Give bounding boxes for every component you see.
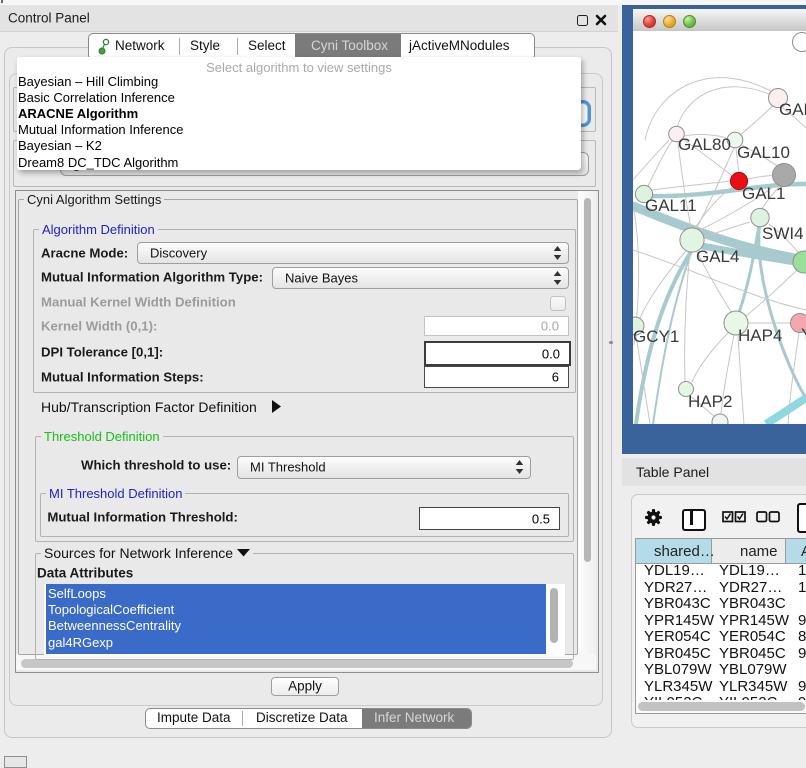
svg-text:SWI4: SWI4 (762, 224, 804, 243)
svg-text:YC: YC (801, 325, 806, 344)
svg-text:HAP4: HAP4 (738, 326, 782, 345)
svg-text:GAL10: GAL10 (737, 143, 790, 162)
svg-text:GCY1: GCY1 (633, 327, 679, 346)
svg-text:HAP2: HAP2 (688, 392, 732, 411)
svg-text:GAL11: GAL11 (645, 196, 697, 215)
svg-text:GAL4: GAL4 (696, 247, 739, 266)
svg-text:GAL1: GAL1 (742, 184, 785, 203)
svg-text:GAL2: GAL2 (779, 100, 806, 119)
svg-text:GAL80: GAL80 (678, 135, 731, 154)
